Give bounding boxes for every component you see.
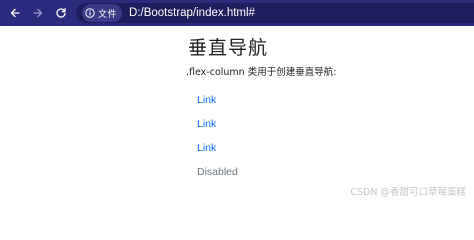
nav-item: Link	[197, 138, 238, 162]
url-text[interactable]: D:/Bootstrap/index.html#	[129, 7, 255, 19]
forward-button[interactable]	[29, 4, 47, 22]
arrow-right-icon	[33, 8, 43, 18]
reload-button[interactable]	[52, 4, 70, 22]
address-bar[interactable]: 文件 D:/Bootstrap/index.html#	[76, 3, 474, 23]
nav-link-disabled: Disabled	[197, 166, 238, 178]
nav-link-3[interactable]: Link	[197, 142, 216, 154]
site-info-button[interactable]: 文件	[82, 4, 123, 22]
site-info-label: 文件	[98, 9, 118, 20]
nav-item: Disabled	[197, 162, 238, 186]
nav-item: Link	[197, 90, 238, 114]
nav-item: Link	[197, 114, 238, 138]
page-title: 垂直导航	[188, 37, 269, 59]
browser-toolbar: 文件 D:/Bootstrap/index.html#	[0, 0, 474, 26]
watermark: CSDN @香甜可口草莓蛋糕	[350, 187, 466, 198]
arrow-left-icon	[10, 8, 20, 18]
page-subtitle: .flex-column 类用于创建垂直导航:	[186, 67, 337, 78]
nav-link-2[interactable]: Link	[197, 118, 216, 130]
back-button[interactable]	[6, 4, 24, 22]
page-content: 垂直导航 .flex-column 类用于创建垂直导航: Link Link L…	[0, 26, 474, 205]
reload-icon	[56, 8, 66, 18]
info-icon	[85, 8, 95, 18]
vertical-nav: Link Link Link Disabled	[197, 90, 238, 186]
nav-link-1[interactable]: Link	[197, 94, 216, 106]
